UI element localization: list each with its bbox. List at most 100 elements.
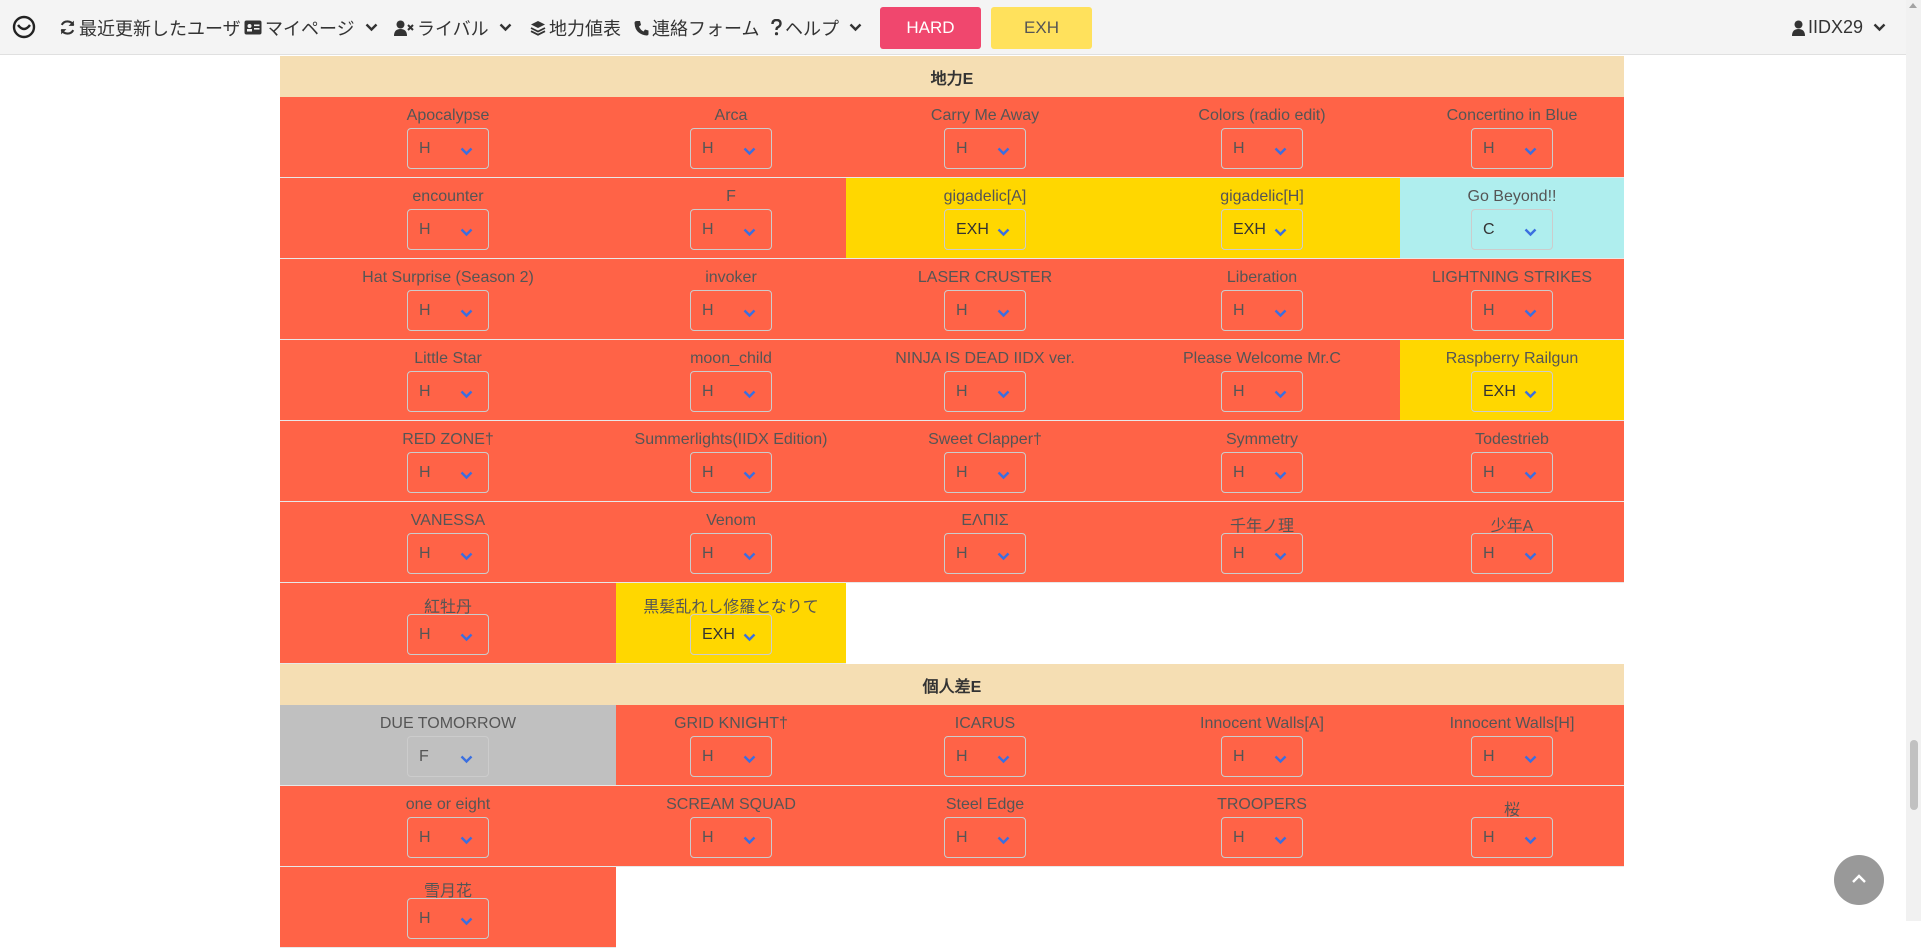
nav-table[interactable]: 地力値表 bbox=[530, 0, 621, 55]
clear-lamp-select[interactable]: H bbox=[944, 371, 1026, 412]
song-cell: invoker H bbox=[616, 259, 846, 340]
nav-user-dropdown[interactable]: IIDX29 bbox=[1792, 0, 1886, 55]
chevron-down-icon bbox=[460, 629, 473, 647]
section-header: 個人差E bbox=[280, 664, 1624, 705]
clear-lamp-select[interactable]: H bbox=[690, 290, 772, 331]
clear-lamp-select[interactable]: H bbox=[1221, 452, 1303, 493]
clear-lamp-select[interactable]: H bbox=[407, 614, 489, 655]
clear-lamp-select[interactable]: C bbox=[1471, 209, 1553, 250]
song-cell: ICARUS H bbox=[846, 705, 1124, 786]
chevron-down-icon bbox=[1524, 143, 1537, 161]
clear-lamp-select[interactable]: EXH bbox=[944, 209, 1026, 250]
clear-lamp-select[interactable]: H bbox=[944, 736, 1026, 777]
chevron-down-icon bbox=[1274, 143, 1287, 161]
clear-lamp-select[interactable]: H bbox=[1471, 452, 1553, 493]
clear-lamp-select[interactable]: H bbox=[1221, 533, 1303, 574]
clear-lamp-value: H bbox=[419, 829, 431, 846]
chevron-down-icon bbox=[997, 386, 1010, 404]
clear-lamp-select[interactable]: H bbox=[944, 817, 1026, 858]
scroll-up-arrow-icon[interactable] bbox=[1909, 3, 1917, 8]
nav-recent-users[interactable]: 最近更新したユーザ bbox=[59, 0, 241, 55]
chevron-down-icon bbox=[1274, 467, 1287, 485]
song-cell: 紅牡丹 H bbox=[280, 583, 616, 664]
clear-lamp-select[interactable]: H bbox=[407, 898, 489, 939]
clear-lamp-value: H bbox=[956, 829, 968, 846]
clear-lamp-select[interactable]: H bbox=[690, 209, 772, 250]
song-title: DUE TOMORROW bbox=[379, 715, 517, 732]
clear-lamp-select[interactable]: H bbox=[690, 533, 772, 574]
clear-lamp-value: H bbox=[419, 302, 431, 319]
clear-lamp-select[interactable]: H bbox=[1221, 736, 1303, 777]
clear-lamp-select[interactable]: H bbox=[690, 736, 772, 777]
song-title: Innocent Walls[H] bbox=[1449, 715, 1575, 732]
song-cell: Symmetry H bbox=[1124, 421, 1400, 502]
clear-lamp-select[interactable]: EXH bbox=[690, 614, 772, 655]
chevron-down-icon bbox=[1873, 23, 1886, 32]
clear-lamp-select[interactable]: EXH bbox=[1221, 209, 1303, 250]
nav-help-dropdown[interactable]: ヘルプ bbox=[771, 0, 862, 55]
clear-lamp-select[interactable]: H bbox=[1471, 290, 1553, 331]
song-cell: moon_child H bbox=[616, 340, 846, 421]
clear-lamp-select[interactable]: H bbox=[944, 533, 1026, 574]
song-title: Hat Surprise (Season 2) bbox=[362, 269, 534, 286]
song-cell: one or eight H bbox=[280, 786, 616, 867]
clear-lamp-select[interactable]: H bbox=[407, 209, 489, 250]
clear-lamp-value: C bbox=[1483, 221, 1495, 238]
song-cell: Sweet Clapper† H bbox=[846, 421, 1124, 502]
clear-lamp-select[interactable]: H bbox=[407, 452, 489, 493]
clear-lamp-select[interactable]: H bbox=[944, 128, 1026, 169]
song-title: Symmetry bbox=[1226, 431, 1298, 448]
song-cell: LIGHTNING STRIKES H bbox=[1400, 259, 1624, 340]
clear-lamp-select[interactable]: H bbox=[1471, 736, 1553, 777]
site-logo-icon[interactable] bbox=[12, 15, 36, 39]
clear-lamp-value: EXH bbox=[702, 626, 735, 643]
chevron-down-icon bbox=[460, 467, 473, 485]
clear-lamp-value: H bbox=[956, 140, 968, 157]
clear-lamp-select[interactable]: H bbox=[407, 371, 489, 412]
clear-lamp-value: EXH bbox=[1483, 383, 1516, 400]
chevron-down-icon bbox=[997, 305, 1010, 323]
clear-lamp-select[interactable]: H bbox=[407, 817, 489, 858]
clear-lamp-select[interactable]: F bbox=[407, 736, 489, 777]
song-cell: 雪月花 H bbox=[280, 867, 616, 948]
clear-lamp-select[interactable]: H bbox=[1221, 371, 1303, 412]
song-cell: Todestrieb H bbox=[1400, 421, 1624, 502]
song-title: SCREAM SQUAD bbox=[666, 796, 796, 813]
song-title: Little Star bbox=[414, 350, 482, 367]
clear-lamp-select[interactable]: H bbox=[407, 128, 489, 169]
chevron-down-icon bbox=[997, 143, 1010, 161]
song-title: Summerlights(IIDX Edition) bbox=[634, 431, 828, 448]
nav-contact[interactable]: 連絡フォーム bbox=[634, 0, 759, 55]
clear-lamp-value: H bbox=[1233, 545, 1245, 562]
clear-lamp-select[interactable]: H bbox=[944, 290, 1026, 331]
clear-lamp-select[interactable]: EXH bbox=[1471, 371, 1553, 412]
clear-lamp-select[interactable]: H bbox=[690, 128, 772, 169]
clear-lamp-value: H bbox=[1483, 829, 1495, 846]
song-cell: Innocent Walls[H] H bbox=[1400, 705, 1624, 786]
nav-mypage-dropdown[interactable]: マイページ bbox=[244, 0, 378, 55]
clear-lamp-select[interactable]: H bbox=[1221, 128, 1303, 169]
nav-rival-dropdown[interactable]: ライバル bbox=[394, 0, 512, 55]
scrollbar-thumb[interactable] bbox=[1910, 740, 1918, 810]
clear-lamp-select[interactable]: H bbox=[944, 452, 1026, 493]
clear-lamp-select[interactable]: H bbox=[690, 371, 772, 412]
exh-mode-button[interactable]: EXH bbox=[991, 7, 1092, 49]
song-cell: gigadelic[H] EXH bbox=[1124, 178, 1400, 259]
clear-lamp-select[interactable]: H bbox=[1471, 128, 1553, 169]
clear-lamp-select[interactable]: H bbox=[1471, 817, 1553, 858]
song-cell: DUE TOMORROW F bbox=[280, 705, 616, 786]
clear-lamp-select[interactable]: H bbox=[407, 290, 489, 331]
clear-lamp-select[interactable]: H bbox=[1221, 290, 1303, 331]
clear-lamp-select[interactable]: H bbox=[1471, 533, 1553, 574]
hard-mode-button[interactable]: HARD bbox=[880, 7, 981, 49]
song-title: invoker bbox=[705, 269, 757, 286]
clear-lamp-select[interactable]: H bbox=[690, 452, 772, 493]
clear-lamp-select[interactable]: H bbox=[690, 817, 772, 858]
clear-lamp-select[interactable]: H bbox=[407, 533, 489, 574]
clear-lamp-select[interactable]: H bbox=[1221, 817, 1303, 858]
song-cell: 少年A H bbox=[1400, 502, 1624, 583]
song-cell: VANESSA H bbox=[280, 502, 616, 583]
scrollbar[interactable] bbox=[1906, 0, 1921, 921]
song-cell: encounter H bbox=[280, 178, 616, 259]
back-to-top-button[interactable] bbox=[1834, 855, 1884, 905]
